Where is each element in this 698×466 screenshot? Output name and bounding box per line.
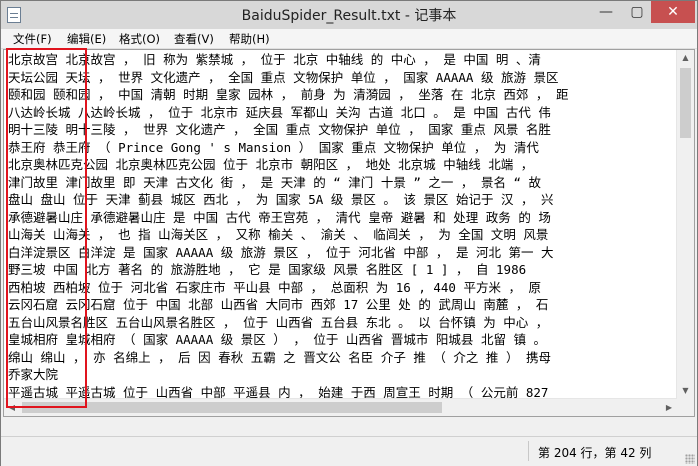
close-button[interactable]: ✕ — [651, 1, 695, 23]
text-line[interactable]: 北京奥林匹克公园 北京奥林匹克公园 位于 北京市 朝阳区 ， 地处 北京城 中轴… — [8, 156, 674, 174]
cursor-position: 第 204 行，第 42 列 — [538, 446, 652, 460]
text-line[interactable]: 津门故里 津门故里 即 天津 古文化 街 ， 是 天津 的 “ 津门 十景 ” … — [8, 174, 674, 192]
menu-file[interactable]: 文件(F) — [13, 31, 52, 47]
scroll-right-arrow-icon[interactable]: ▶ — [661, 399, 677, 416]
text-line[interactable]: 皇城相府 皇城相府 （ 国家 AAAAA 级 景区 ） ， 位于 山西省 晋城市… — [8, 331, 674, 349]
menu-bar: 文件(F) 编辑(E) 格式(O) 查看(V) 帮助(H) — [1, 29, 697, 49]
resize-grip-icon[interactable] — [685, 454, 695, 464]
maximize-button[interactable]: ▢ — [623, 1, 651, 23]
text-line[interactable]: 承德避暑山庄 承德避暑山庄 是 中国 古代 帝王宫苑 ， 清代 皇帝 避暑 和 … — [8, 209, 674, 227]
text-editor[interactable]: 北京故宫 北京故宫 ， 旧 称为 紫禁城 ， 位于 北京 中轴线 的 中心 ， … — [3, 49, 695, 417]
menu-edit[interactable]: 编辑(E) — [67, 31, 106, 47]
menu-view[interactable]: 查看(V) — [174, 31, 214, 47]
scroll-down-arrow-icon[interactable]: ▼ — [677, 383, 694, 399]
text-line[interactable]: 乔家大院 — [8, 366, 674, 384]
menu-format[interactable]: 格式(O) — [119, 31, 160, 47]
text-line[interactable]: 恭王府 恭王府 （ Prince Gong ' s Mansion ） 国家 重… — [8, 139, 674, 157]
document-text[interactable]: 北京故宫 北京故宫 ， 旧 称为 紫禁城 ， 位于 北京 中轴线 的 中心 ， … — [8, 51, 674, 399]
vertical-scrollbar[interactable]: ▲ ▼ — [676, 50, 694, 399]
text-line[interactable]: 野三坡 中国 北方 著名 的 旅游胜地 ， 它 是 国家级 风景 名胜区 [ 1… — [8, 261, 674, 279]
title-bar[interactable]: BaiduSpider_Result.txt - 记事本 — ▢ ✕ — [1, 1, 697, 29]
scroll-left-arrow-icon[interactable]: ◀ — [4, 399, 20, 416]
notepad-window: BaiduSpider_Result.txt - 记事本 — ▢ ✕ 文件(F)… — [0, 0, 698, 466]
text-line[interactable]: 八达岭长城 八达岭长城 ， 位于 北京市 延庆县 军都山 关沟 古道 北口 。 … — [8, 104, 674, 122]
text-line[interactable]: 云冈石窟 云冈石窟 位于 中国 北部 山西省 大同市 西郊 17 公里 处 的 … — [8, 296, 674, 314]
scroll-up-arrow-icon[interactable]: ▲ — [677, 50, 694, 66]
scrollbar-corner — [677, 399, 694, 416]
text-line[interactable]: 西柏坡 西柏坡 位于 河北省 石家庄市 平山县 中部 ， 总面积 为 16 , … — [8, 279, 674, 297]
horizontal-scrollbar[interactable]: ◀ ▶ — [4, 398, 677, 416]
menu-help[interactable]: 帮助(H) — [229, 31, 270, 47]
text-line[interactable]: 白洋淀景区 白洋淀 是 国家 AAAAA 级 旅游 景区 ， 位于 河北省 中部… — [8, 244, 674, 262]
text-line[interactable]: 颐和园 颐和园 ， 中国 清朝 时期 皇家 园林 ， 前身 为 清漪园 ， 坐落… — [8, 86, 674, 104]
text-line[interactable]: 明十三陵 明十三陵 ， 世界 文化遗产 ， 全国 重点 文物保护 单位 ， 国家… — [8, 121, 674, 139]
text-line[interactable]: 绵山 绵山 ， 亦 名绵上 ， 后 因 春秋 五霸 之 晋文公 名臣 介子 推 … — [8, 349, 674, 367]
text-line[interactable]: 平遥古城 平遥古城 位于 山西省 中部 平遥县 内 ， 始建 于西 周宣王 时期… — [8, 384, 674, 400]
vertical-scroll-thumb[interactable] — [680, 68, 691, 138]
horizontal-scroll-thumb[interactable] — [22, 402, 442, 413]
text-line[interactable]: 天坛公园 天坛 ， 世界 文化遗产 ， 全国 重点 文物保护 单位 ， 国家 A… — [8, 69, 674, 87]
status-divider — [528, 441, 529, 461]
text-line[interactable]: 北京故宫 北京故宫 ， 旧 称为 紫禁城 ， 位于 北京 中轴线 的 中心 ， … — [8, 51, 674, 69]
text-line[interactable]: 盘山 盘山 位于 天津 蓟县 城区 西北 ， 为 国家 5A 级 景区 。 该 … — [8, 191, 674, 209]
status-bar: 第 204 行，第 42 列 — [1, 436, 697, 466]
text-line[interactable]: 五台山风景名胜区 五台山风景名胜区 ， 位于 山西省 五台县 东北 。 以 台怀… — [8, 314, 674, 332]
minimize-button[interactable]: — — [589, 1, 623, 23]
text-line[interactable]: 山海关 山海关 ， 也 指 山海关区 ， 又称 榆关 、 渝关 、 临闾关 ， … — [8, 226, 674, 244]
